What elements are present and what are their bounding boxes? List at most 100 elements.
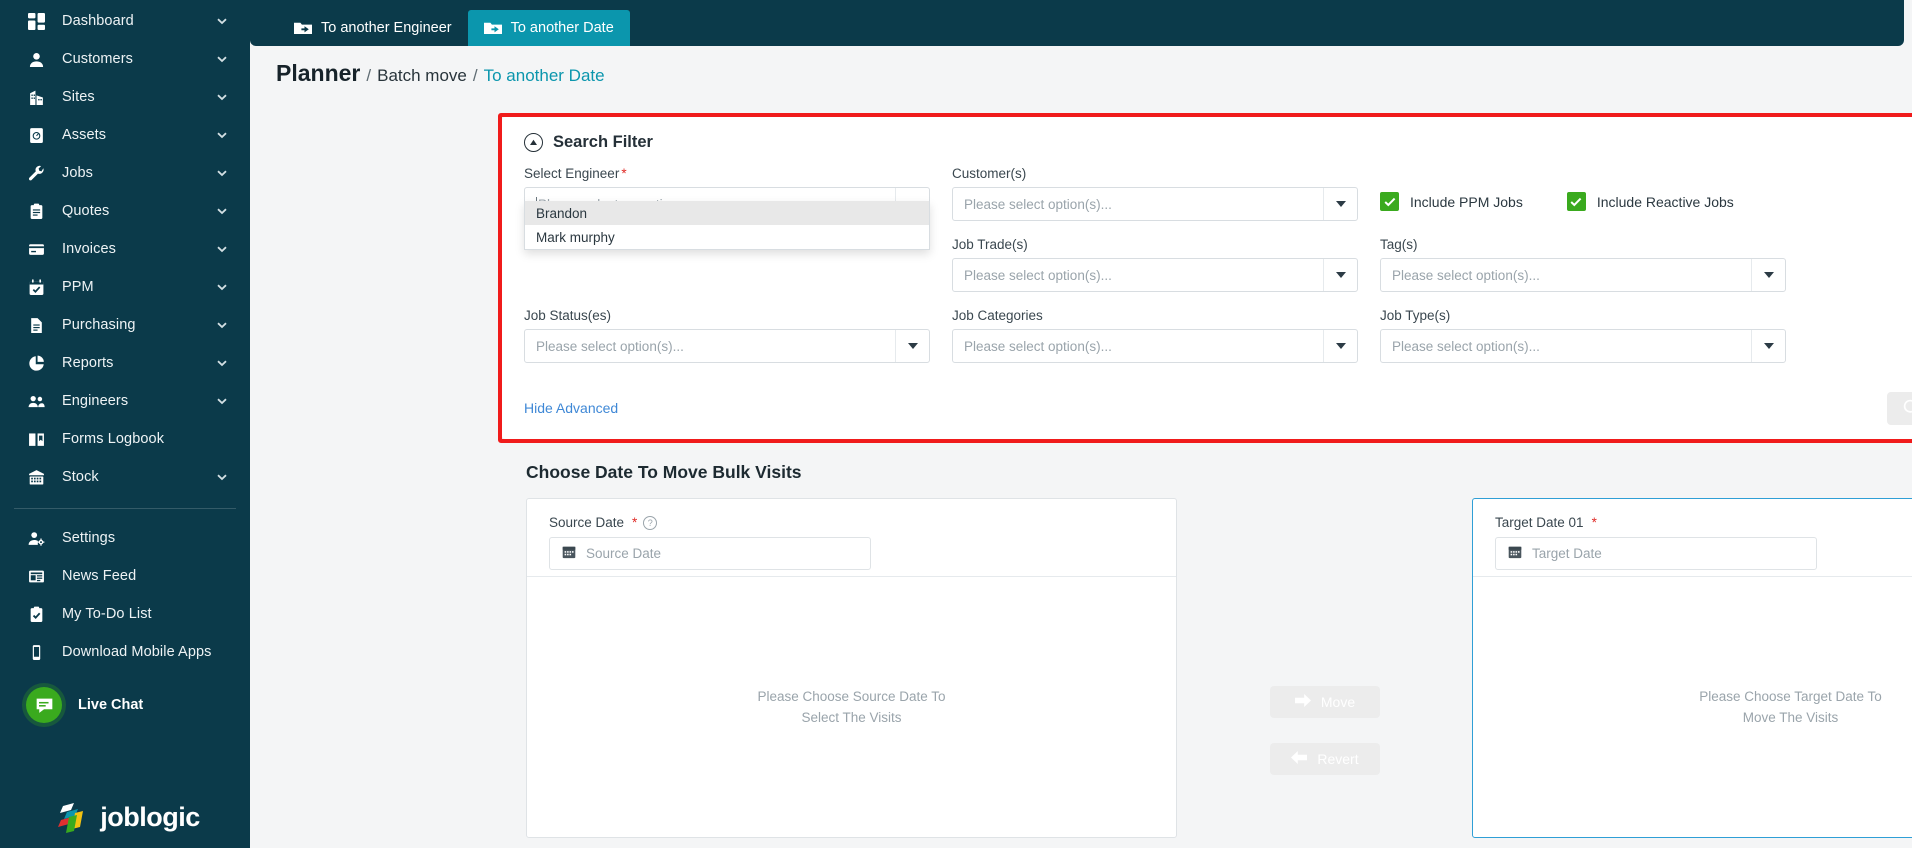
sidebar-item-label: Settings: [62, 530, 116, 546]
job-statuses-input[interactable]: Please select option(s)...: [525, 330, 895, 362]
chevron-down-icon[interactable]: [216, 53, 228, 65]
target-date-input[interactable]: Target Date: [1495, 537, 1817, 570]
document-icon: [28, 316, 50, 334]
breadcrumb-current: To another Date: [483, 66, 605, 85]
search-filter-title: Search Filter: [553, 133, 653, 151]
tab-to-another-date[interactable]: To another Date: [467, 10, 630, 46]
job-categories-input[interactable]: Please select option(s)...: [953, 330, 1323, 362]
sidebar-item-label: Stock: [62, 469, 99, 485]
field-label: Customer(s): [952, 166, 1027, 181]
tags-input[interactable]: Please select option(s)...: [1381, 259, 1751, 291]
select-engineer-dropdown[interactable]: Brandon Mark murphy: [524, 201, 930, 250]
dropdown-toggle[interactable]: [1751, 330, 1785, 362]
move-button[interactable]: Move: [1270, 686, 1380, 718]
move-folder-icon: [294, 20, 312, 36]
chevron-down-icon[interactable]: [216, 15, 228, 27]
filter-row-1: Select Engineer* Please select an option…: [524, 166, 1912, 250]
chevron-down-icon[interactable]: [216, 129, 228, 141]
field-label: Job Trade(s): [952, 237, 1028, 252]
dropdown-toggle[interactable]: [1323, 330, 1357, 362]
sidebar-item-customers[interactable]: Customers: [0, 40, 250, 78]
chevron-down-icon[interactable]: [216, 281, 228, 293]
sidebar-item-download-mobile-apps[interactable]: Download Mobile Apps: [0, 633, 250, 671]
joblogic-logo[interactable]: joblogic: [0, 786, 250, 848]
clipboard-icon: [28, 202, 50, 220]
job-categories-control[interactable]: Please select option(s)...: [952, 329, 1358, 363]
sidebar-item-label: Assets: [62, 127, 107, 143]
sidebar-item-purchasing[interactable]: Purchasing: [0, 306, 250, 344]
arrow-right-icon: [1294, 694, 1311, 710]
dropdown-toggle[interactable]: [895, 330, 929, 362]
field-job-types: Job Type(s) Please select option(s)...: [1380, 308, 1786, 363]
revert-label: Revert: [1317, 751, 1359, 767]
sidebar-item-jobs[interactable]: Jobs: [0, 154, 250, 192]
sidebar-item-label: Forms Logbook: [62, 431, 165, 447]
chevron-down-icon[interactable]: [216, 471, 228, 483]
job-types-control[interactable]: Please select option(s)...: [1380, 329, 1786, 363]
sidebar-item-ppm[interactable]: PPM: [0, 268, 250, 306]
dropdown-toggle[interactable]: [1323, 188, 1357, 220]
sidebar-item-dashboard[interactable]: Dashboard: [0, 2, 250, 40]
calendar-icon: [1508, 545, 1522, 562]
sidebar-item-label: Invoices: [62, 241, 116, 257]
chevron-down-icon[interactable]: [216, 357, 228, 369]
live-chat-button[interactable]: Live Chat: [0, 677, 250, 733]
sidebar-item-assets[interactable]: Assets: [0, 116, 250, 154]
chevron-down-icon[interactable]: [216, 205, 228, 217]
job-trades-control[interactable]: Please select option(s)...: [952, 258, 1358, 292]
joblogic-logo-text: joblogic: [100, 801, 200, 832]
customers-input[interactable]: Please select option(s)...: [953, 188, 1323, 220]
sidebar-item-stock[interactable]: Stock: [0, 458, 250, 496]
main-content: To another Engineer To another Date Plan…: [250, 0, 1912, 848]
field-label: Job Type(s): [1380, 308, 1451, 323]
customers-control[interactable]: Please select option(s)...: [952, 187, 1358, 221]
job-trades-input[interactable]: Please select option(s)...: [953, 259, 1323, 291]
chevron-down-icon[interactable]: [216, 167, 228, 179]
checkbox-checked-icon: [1380, 192, 1399, 211]
placeholder: Source Date: [586, 546, 662, 561]
chevron-down-icon[interactable]: [216, 395, 228, 407]
source-date-input[interactable]: Source Date: [549, 537, 871, 570]
checkbox-label: Include PPM Jobs: [1410, 193, 1523, 210]
wrench-icon: [28, 164, 50, 182]
sidebar-item-forms-logbook[interactable]: Forms Logbook: [0, 420, 250, 458]
checkbox-include-reactive-jobs[interactable]: Include Reactive Jobs: [1566, 192, 1734, 211]
tab-to-another-engineer[interactable]: To another Engineer: [278, 10, 468, 46]
dropdown-toggle[interactable]: [1323, 259, 1357, 291]
chevron-down-icon[interactable]: [216, 243, 228, 255]
sidebar-item-news-feed[interactable]: News Feed: [0, 557, 250, 595]
empty-line-1: Please Choose Source Date To: [757, 688, 946, 704]
book-icon: [28, 430, 50, 448]
revert-button[interactable]: Revert: [1270, 743, 1380, 775]
question-icon[interactable]: ?: [643, 515, 658, 530]
collapse-up-icon[interactable]: [524, 133, 543, 152]
hide-advanced-link[interactable]: Hide Advanced: [524, 400, 618, 416]
tags-control[interactable]: Please select option(s)...: [1380, 258, 1786, 292]
sidebar-item-engineers[interactable]: Engineers: [0, 382, 250, 420]
sidebar-item-sites[interactable]: Sites: [0, 78, 250, 116]
building-icon: [28, 88, 50, 106]
sidebar-item-my-to-do-list[interactable]: My To-Do List: [0, 595, 250, 633]
sidebar-item-quotes[interactable]: Quotes: [0, 192, 250, 230]
invoice-icon: [28, 240, 50, 258]
dropdown-option-mark-murphy[interactable]: Mark murphy: [525, 225, 929, 249]
chevron-down-icon: [1335, 272, 1346, 278]
field-job-categories: Job Categories Please select option(s)..…: [952, 308, 1358, 363]
chevron-down-icon[interactable]: [216, 319, 228, 331]
sidebar-item-label: My To-Do List: [62, 606, 152, 622]
sidebar-item-invoices[interactable]: Invoices: [0, 230, 250, 268]
target-date-label: Target Date 01 *: [1495, 515, 1597, 530]
breadcrumb-batch-move[interactable]: Batch move: [377, 66, 467, 86]
sidebar-item-reports[interactable]: Reports: [0, 344, 250, 382]
chevron-down-icon[interactable]: [216, 91, 228, 103]
dropdown-option-brandon[interactable]: Brandon: [525, 201, 929, 225]
empty-line-1: Please Choose Target Date To: [1699, 688, 1882, 704]
checkbox-include-ppm-jobs[interactable]: Include PPM Jobs: [1380, 192, 1523, 211]
job-statuses-control[interactable]: Please select option(s)...: [524, 329, 930, 363]
sidebar-item-settings[interactable]: Settings: [0, 519, 250, 557]
empty-line-2: Select The Visits: [801, 709, 902, 725]
job-types-input[interactable]: Please select option(s)...: [1381, 330, 1751, 362]
bulk-section-title: Choose Date To Move Bulk Visits: [526, 462, 802, 482]
dropdown-toggle[interactable]: [1751, 259, 1785, 291]
reset-filter-button[interactable]: Reset Filter: [1887, 391, 1912, 425]
